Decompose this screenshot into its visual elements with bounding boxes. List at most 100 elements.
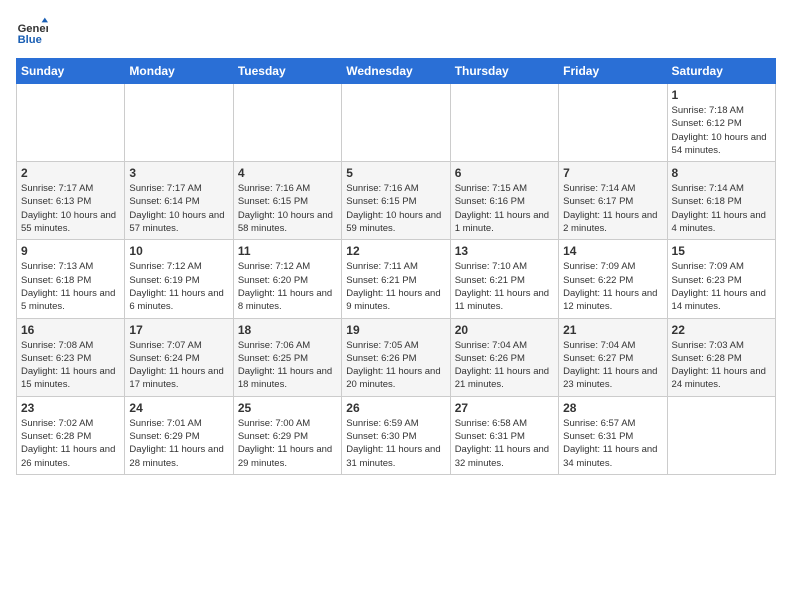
svg-text:Blue: Blue [18,34,42,46]
day-info: Sunrise: 7:16 AM Sunset: 6:15 PM Dayligh… [346,182,445,235]
day-number: 8 [672,166,771,180]
day-info: Sunrise: 7:12 AM Sunset: 6:20 PM Dayligh… [238,260,337,313]
day-number: 11 [238,244,337,258]
calendar-cell: 14 Sunrise: 7:09 AM Sunset: 6:22 PM Dayli… [559,240,667,318]
logo: General Blue [16,16,52,48]
calendar-cell: 16 Sunrise: 7:08 AM Sunset: 6:23 PM Dayli… [17,318,125,396]
calendar-cell: 8Sunrise: 7:14 AM Sunset: 6:18 PM Daylig… [667,162,775,240]
day-info: Sunrise: 7:16 AM Sunset: 6:15 PM Dayligh… [238,182,337,235]
logo-icon: General Blue [16,16,48,48]
calendar-header-row: SundayMondayTuesdayWednesdayThursdayFrid… [17,59,776,84]
day-number: 23 [21,401,120,415]
day-number: 10 [129,244,228,258]
day-number: 28 [563,401,662,415]
calendar-cell: 17 Sunrise: 7:07 AM Sunset: 6:24 PM Dayli… [125,318,233,396]
header: General Blue [16,16,776,48]
day-info: Sunrise: 7:13 AM Sunset: 6:18 PM Dayligh… [21,260,120,313]
calendar-cell [667,396,775,474]
day-number: 7 [563,166,662,180]
day-number: 19 [346,323,445,337]
day-info: Sunrise: 7:18 AM Sunset: 6:12 PM Dayligh… [672,104,771,157]
calendar-cell [233,84,341,162]
calendar-cell: 11 Sunrise: 7:12 AM Sunset: 6:20 PM Dayli… [233,240,341,318]
day-info: Sunrise: 7:07 AM Sunset: 6:24 PM Dayligh… [129,339,228,392]
day-info: Sunrise: 7:15 AM Sunset: 6:16 PM Dayligh… [455,182,554,235]
day-info: Sunrise: 7:08 AM Sunset: 6:23 PM Dayligh… [21,339,120,392]
day-info: Sunrise: 7:06 AM Sunset: 6:25 PM Dayligh… [238,339,337,392]
day-info: Sunrise: 7:02 AM Sunset: 6:28 PM Dayligh… [21,417,120,470]
calendar-cell: 23 Sunrise: 7:02 AM Sunset: 6:28 PM Dayli… [17,396,125,474]
day-number: 27 [455,401,554,415]
svg-text:General: General [18,23,48,35]
day-number: 26 [346,401,445,415]
day-info: Sunrise: 7:01 AM Sunset: 6:29 PM Dayligh… [129,417,228,470]
day-number: 24 [129,401,228,415]
day-number: 21 [563,323,662,337]
weekday-header: Wednesday [342,59,450,84]
calendar-cell [450,84,558,162]
day-info: Sunrise: 7:12 AM Sunset: 6:19 PM Dayligh… [129,260,228,313]
calendar-cell: 7 Sunrise: 7:14 AM Sunset: 6:17 PM Daylig… [559,162,667,240]
day-number: 15 [672,244,771,258]
day-number: 14 [563,244,662,258]
calendar-cell: 21 Sunrise: 7:04 AM Sunset: 6:27 PM Dayli… [559,318,667,396]
day-number: 4 [238,166,337,180]
calendar-cell [342,84,450,162]
calendar-cell: 15 Sunrise: 7:09 AM Sunset: 6:23 PM Dayli… [667,240,775,318]
day-info: Sunrise: 7:04 AM Sunset: 6:26 PM Dayligh… [455,339,554,392]
calendar-cell: 5 Sunrise: 7:16 AM Sunset: 6:15 PM Daylig… [342,162,450,240]
day-number: 13 [455,244,554,258]
calendar-cell [125,84,233,162]
calendar-week-row: 23 Sunrise: 7:02 AM Sunset: 6:28 PM Dayli… [17,396,776,474]
weekday-header: Tuesday [233,59,341,84]
calendar-week-row: 1 Sunrise: 7:18 AM Sunset: 6:12 PM Daylig… [17,84,776,162]
weekday-header: Monday [125,59,233,84]
day-info: Sunrise: 7:14 AM Sunset: 6:17 PM Dayligh… [563,182,662,235]
calendar-cell: 25 Sunrise: 7:00 AM Sunset: 6:29 PM Dayli… [233,396,341,474]
calendar-cell: 13 Sunrise: 7:10 AM Sunset: 6:21 PM Dayli… [450,240,558,318]
day-number: 5 [346,166,445,180]
day-number: 3 [129,166,228,180]
day-info: Sunrise: 7:05 AM Sunset: 6:26 PM Dayligh… [346,339,445,392]
day-info: Sunrise: 7:03 AM Sunset: 6:28 PM Dayligh… [672,339,771,392]
day-number: 25 [238,401,337,415]
day-number: 16 [21,323,120,337]
calendar-cell: 24 Sunrise: 7:01 AM Sunset: 6:29 PM Dayli… [125,396,233,474]
calendar-cell: 19 Sunrise: 7:05 AM Sunset: 6:26 PM Dayli… [342,318,450,396]
weekday-header: Friday [559,59,667,84]
day-info: Sunrise: 6:59 AM Sunset: 6:30 PM Dayligh… [346,417,445,470]
day-number: 2 [21,166,120,180]
day-info: Sunrise: 7:11 AM Sunset: 6:21 PM Dayligh… [346,260,445,313]
day-info: Sunrise: 7:00 AM Sunset: 6:29 PM Dayligh… [238,417,337,470]
day-info: Sunrise: 7:17 AM Sunset: 6:14 PM Dayligh… [129,182,228,235]
calendar-week-row: 16 Sunrise: 7:08 AM Sunset: 6:23 PM Dayli… [17,318,776,396]
day-info: Sunrise: 7:10 AM Sunset: 6:21 PM Dayligh… [455,260,554,313]
calendar-week-row: 2 Sunrise: 7:17 AM Sunset: 6:13 PM Daylig… [17,162,776,240]
calendar-cell: 12 Sunrise: 7:11 AM Sunset: 6:21 PM Dayli… [342,240,450,318]
calendar-cell: 3 Sunrise: 7:17 AM Sunset: 6:14 PM Daylig… [125,162,233,240]
day-number: 12 [346,244,445,258]
calendar-cell: 6 Sunrise: 7:15 AM Sunset: 6:16 PM Daylig… [450,162,558,240]
day-number: 6 [455,166,554,180]
calendar-cell [559,84,667,162]
day-info: Sunrise: 7:17 AM Sunset: 6:13 PM Dayligh… [21,182,120,235]
day-number: 17 [129,323,228,337]
calendar-cell: 27Sunrise: 6:58 AM Sunset: 6:31 PM Dayli… [450,396,558,474]
weekday-header: Thursday [450,59,558,84]
calendar-cell: 4 Sunrise: 7:16 AM Sunset: 6:15 PM Daylig… [233,162,341,240]
calendar-cell: 28Sunrise: 6:57 AM Sunset: 6:31 PM Dayli… [559,396,667,474]
day-info: Sunrise: 7:09 AM Sunset: 6:22 PM Dayligh… [563,260,662,313]
day-number: 18 [238,323,337,337]
calendar-cell: 1 Sunrise: 7:18 AM Sunset: 6:12 PM Daylig… [667,84,775,162]
calendar-cell: 10 Sunrise: 7:12 AM Sunset: 6:19 PM Dayli… [125,240,233,318]
weekday-header: Sunday [17,59,125,84]
calendar-cell: 20 Sunrise: 7:04 AM Sunset: 6:26 PM Dayli… [450,318,558,396]
day-info: Sunrise: 7:09 AM Sunset: 6:23 PM Dayligh… [672,260,771,313]
day-number: 1 [672,88,771,102]
calendar-cell: 26 Sunrise: 6:59 AM Sunset: 6:30 PM Dayli… [342,396,450,474]
day-info: Sunrise: 7:04 AM Sunset: 6:27 PM Dayligh… [563,339,662,392]
calendar-cell [17,84,125,162]
day-number: 9 [21,244,120,258]
day-number: 20 [455,323,554,337]
calendar: SundayMondayTuesdayWednesdayThursdayFrid… [16,58,776,475]
